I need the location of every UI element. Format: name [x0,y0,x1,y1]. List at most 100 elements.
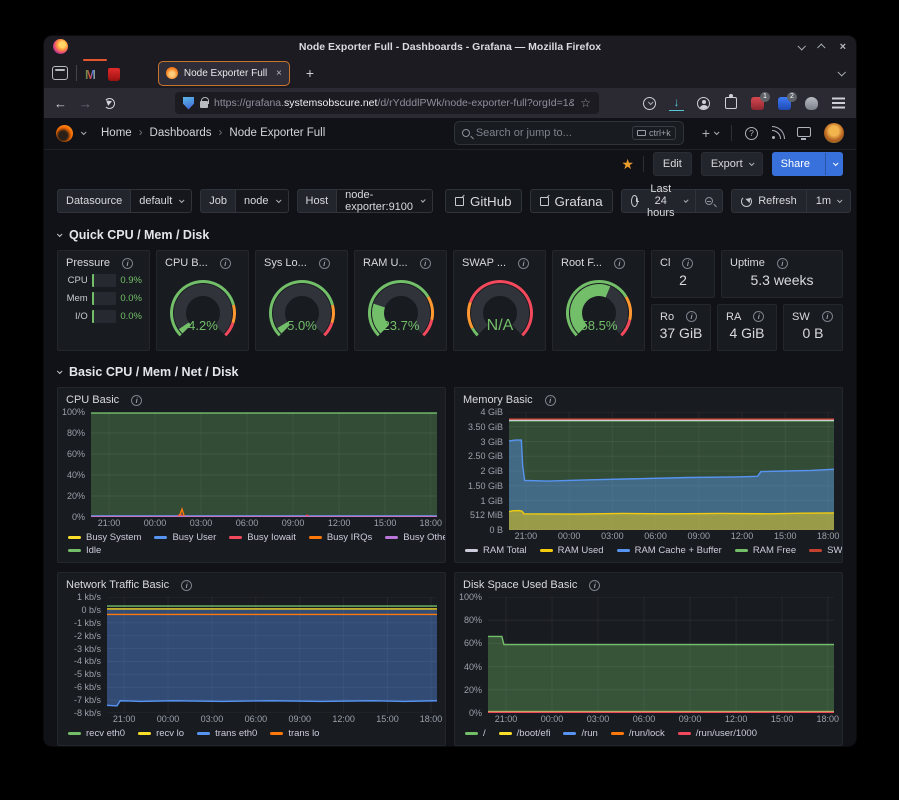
info-icon[interactable]: i [545,395,556,406]
tab-overflow-icon[interactable] [837,68,845,76]
pinned-tab-icon[interactable] [108,68,120,81]
host-select[interactable]: node-exporter:9100 [336,189,433,213]
github-link-button[interactable]: GitHub [445,189,521,213]
datasource-select[interactable]: default [130,189,192,213]
info-icon[interactable]: i [686,311,697,322]
firefox-view-icon[interactable] [52,66,68,80]
legend-item[interactable]: /run/lock [611,728,665,739]
panel-title[interactable]: Network Traffic Basic [66,579,169,591]
export-button[interactable]: Export [701,152,763,176]
legend-item[interactable]: RAM Free [735,545,796,556]
section-quick-cpu-mem-disk[interactable]: Quick CPU / Mem / Disk [57,228,843,242]
grafana-link-button[interactable]: Grafana [530,189,613,213]
job-select[interactable]: node [235,189,288,213]
legend-item[interactable]: RAM Used [540,545,604,556]
close-window-button[interactable]: × [840,42,846,53]
pocket-icon[interactable] [642,96,657,111]
panel-title[interactable]: Cl [660,257,670,269]
panel-title[interactable]: Uptime [730,257,765,269]
info-icon[interactable]: i [420,258,431,269]
panel-title[interactable]: Root F... [561,257,602,269]
breadcrumb-home[interactable]: Home [101,127,132,139]
panel-title[interactable]: Ro [660,311,674,323]
panel-title[interactable]: CPU Basic [66,394,119,406]
info-icon[interactable]: i [753,311,764,322]
panel-title[interactable]: Pressure [66,257,110,269]
legend-item[interactable]: RAM Total [465,545,527,556]
panel-title[interactable]: CPU B... [165,257,208,269]
section-basic-cpu-mem-net-disk[interactable]: Basic CPU / Mem / Net / Disk [57,365,843,379]
refresh-button[interactable]: Refresh [731,189,807,213]
breadcrumb-dashboards[interactable]: Dashboards [150,127,212,139]
lock-icon[interactable] [200,101,208,108]
legend-item[interactable]: /boot/efi [499,728,551,739]
edit-button[interactable]: Edit [653,152,692,176]
info-icon[interactable]: i [682,258,693,269]
grafana-logo-icon[interactable] [56,125,73,142]
legend-item[interactable]: recv eth0 [68,728,125,739]
legend-item[interactable]: recv lo [138,728,184,739]
share-button[interactable]: Share [772,152,843,176]
forward-button[interactable]: → [79,96,92,111]
legend-item[interactable]: trans eth0 [197,728,257,739]
legend-item[interactable]: /run/user/1000 [678,728,757,739]
bookmark-star-icon[interactable]: ☆ [580,96,591,110]
info-icon[interactable]: i [122,258,133,269]
add-button[interactable]: + [702,125,718,141]
reload-button[interactable] [104,98,115,109]
search-input[interactable]: Search or jump to... ctrl+k [454,121,684,145]
account-icon[interactable] [696,96,711,111]
legend-item[interactable]: Busy Iowait [229,532,296,543]
extension-3-icon[interactable] [804,96,819,111]
help-icon[interactable]: ? [745,127,758,140]
extension-2-icon[interactable]: 2 [777,96,792,111]
zoom-out-button[interactable] [696,189,723,213]
downloads-icon[interactable]: ↓ [669,96,684,111]
user-avatar[interactable] [824,123,844,143]
active-tab[interactable]: Node Exporter Full - Dashbo × [158,61,290,86]
legend-item[interactable]: /run [563,728,597,739]
org-switcher-chevron-icon[interactable] [81,130,87,136]
news-rss-icon[interactable] [771,127,784,140]
legend-item[interactable]: RAM Cache + Buffer [617,545,722,556]
info-icon[interactable]: i [220,258,231,269]
refresh-interval-select[interactable]: 1m [807,189,851,213]
legend-item[interactable]: / [465,728,486,739]
extension-1-icon[interactable]: 1 [750,96,765,111]
panel-title[interactable]: Disk Space Used Basic [463,579,577,591]
time-range-picker[interactable]: Last 24 hours [621,189,697,213]
url-bar[interactable]: https://grafana.systemsobscure.net/d/rYd… [175,92,599,114]
extensions-puzzle-icon[interactable] [723,96,738,111]
minimize-button[interactable] [797,42,805,50]
panel-title[interactable]: SW [792,311,810,323]
legend-item[interactable]: Busy System [68,532,141,543]
maximize-button[interactable] [817,43,825,51]
legend-item[interactable]: Busy User [154,532,216,543]
legend-item[interactable]: trans lo [270,728,319,739]
info-icon[interactable]: i [518,258,529,269]
tracking-shield-icon[interactable] [183,97,194,110]
panel-title[interactable]: RA [726,311,741,323]
info-icon[interactable]: i [822,311,833,322]
panel-title[interactable]: Sys Lo... [264,257,307,269]
info-icon[interactable]: i [777,258,788,269]
tab-close-icon[interactable]: × [276,68,282,79]
info-icon[interactable]: i [181,580,192,591]
info-icon[interactable]: i [614,258,625,269]
legend-item[interactable]: Busy IRQs [309,532,372,543]
pinned-tab-gmail-icon[interactable]: M [85,67,96,82]
back-button[interactable]: ← [54,96,67,111]
menu-hamburger-icon[interactable] [831,96,846,111]
legend-item[interactable]: Idle [68,545,101,556]
info-icon[interactable]: i [131,395,142,406]
info-icon[interactable]: i [319,258,330,269]
legend-item[interactable]: SWAP Used [809,545,843,556]
info-icon[interactable]: i [589,580,600,591]
new-tab-button[interactable]: + [306,65,314,81]
panel-title[interactable]: Memory Basic [463,394,533,406]
panel-title[interactable]: SWAP ... [462,257,506,269]
favorite-star-icon[interactable]: ★ [621,156,634,173]
share-dropdown-chevron-icon[interactable] [825,153,843,175]
legend-item[interactable]: Busy Other [385,532,446,543]
display-icon[interactable] [797,127,811,137]
